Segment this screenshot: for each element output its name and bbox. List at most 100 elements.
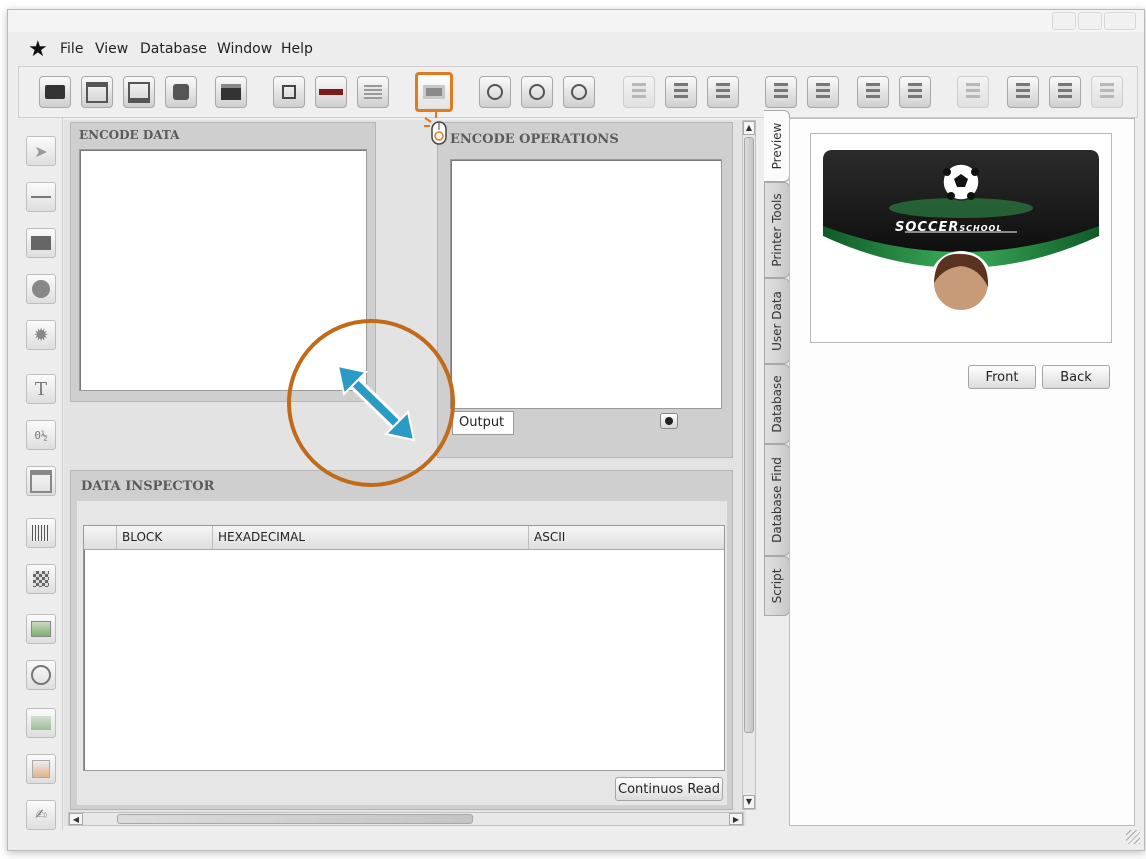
column-divider <box>212 526 213 549</box>
line-icon <box>31 196 51 198</box>
db-prev-button[interactable] <box>807 76 839 108</box>
column-header-ascii[interactable]: ASCII <box>534 530 565 544</box>
db-last-icon <box>900 77 930 107</box>
tab-printer-tools-label: Printer Tools <box>770 193 784 267</box>
resize-grip[interactable] <box>1126 830 1140 844</box>
db-confirm-icon <box>1092 77 1122 107</box>
menu-database[interactable]: Database <box>140 41 207 57</box>
calendar-tool[interactable] <box>26 466 56 496</box>
column-header-block[interactable]: BLOCK <box>122 530 162 544</box>
db-export-button[interactable] <box>623 76 655 108</box>
zoom-out-icon <box>522 77 552 107</box>
card-preview-icon <box>358 77 388 107</box>
horizontal-scroll-thumb[interactable] <box>117 814 473 824</box>
menu-window[interactable]: Window <box>217 41 272 57</box>
minimize-button[interactable] <box>1052 12 1076 30</box>
scroll-up-button[interactable]: ▲ <box>743 121 755 135</box>
zoom-in-button[interactable] <box>479 76 511 108</box>
play-icon <box>665 417 673 425</box>
image-import-tool[interactable] <box>26 614 56 644</box>
db-refresh-icon <box>708 77 738 107</box>
line-tool[interactable] <box>26 182 56 212</box>
open-button[interactable] <box>81 76 113 108</box>
db-export-icon <box>624 77 654 107</box>
counter-tool[interactable]: 0½ <box>26 420 56 450</box>
card-front-button[interactable] <box>273 76 305 108</box>
encode-button[interactable] <box>415 72 453 112</box>
db-confirm-button[interactable] <box>1091 76 1123 108</box>
resize-annotation <box>287 319 455 487</box>
scroll-right-button[interactable]: ▶ <box>729 813 743 825</box>
tab-script[interactable]: Script <box>764 556 790 616</box>
scroll-down-button[interactable]: ▼ <box>743 795 755 809</box>
background-image-tool[interactable] <box>26 708 56 738</box>
card-brand-text: SOCCERSCHOOL <box>895 220 1002 235</box>
data-inspector-table[interactable]: BLOCK HEXADECIMAL ASCII <box>83 525 725 771</box>
table-header: BLOCK HEXADECIMAL ASCII <box>84 526 724 550</box>
new-card-button[interactable] <box>39 76 71 108</box>
db-add-button[interactable] <box>1007 76 1039 108</box>
card-preview-button[interactable] <box>357 76 389 108</box>
db-next-button[interactable] <box>857 76 889 108</box>
column-header-hexadecimal[interactable]: HEXADECIMAL <box>218 530 305 544</box>
horizontal-scrollbar[interactable]: ◀ ▶ <box>68 812 744 826</box>
photo-tool[interactable] <box>26 754 56 784</box>
zoom-out-button[interactable] <box>521 76 553 108</box>
db-remove-icon <box>1050 77 1080 107</box>
menu-view[interactable]: View <box>95 41 128 57</box>
db-first-button[interactable] <box>765 76 797 108</box>
open-icon <box>82 77 112 107</box>
encode-operations-panel: ENCODE OPERATIONS Output <box>437 122 733 458</box>
encode-operations-title: ENCODE OPERATIONS <box>450 132 619 147</box>
continuous-read-button[interactable]: Continuos Read <box>615 777 723 801</box>
camera-capture-tool[interactable] <box>26 660 56 690</box>
camera-button[interactable] <box>165 76 197 108</box>
signature-tool[interactable]: ✍ <box>26 800 56 830</box>
rectangle-tool[interactable] <box>26 228 56 258</box>
vertical-scroll-thumb[interactable] <box>744 137 754 733</box>
tab-database[interactable]: Database <box>764 364 790 444</box>
tab-preview[interactable]: Preview <box>764 110 790 182</box>
db-cancel-button[interactable] <box>665 76 697 108</box>
card-front-icon <box>274 77 304 107</box>
save-button[interactable] <box>123 76 155 108</box>
print-button[interactable] <box>215 76 247 108</box>
db-refresh-button[interactable] <box>707 76 739 108</box>
db-remove-button[interactable] <box>1049 76 1081 108</box>
star-shape-tool[interactable]: ✹ <box>26 320 56 350</box>
pointer-icon: ➤ <box>34 141 48 161</box>
zoom-fit-button[interactable] <box>563 76 595 108</box>
print-icon <box>216 77 246 107</box>
db-cancel-icon <box>666 77 696 107</box>
tab-user-data[interactable]: User Data <box>764 278 790 364</box>
front-button[interactable]: Front <box>968 365 1036 389</box>
magstripe-button[interactable] <box>315 76 347 108</box>
db-undo-icon <box>958 77 988 107</box>
tab-printer-tools[interactable]: Printer Tools <box>764 182 790 278</box>
db-last-button[interactable] <box>899 76 931 108</box>
pointer-tool[interactable]: ➤ <box>26 136 56 166</box>
tab-database-find[interactable]: Database Find <box>764 444 790 556</box>
signature-icon: ✍ <box>35 807 47 823</box>
maximize-button[interactable] <box>1078 12 1102 30</box>
menu-help[interactable]: Help <box>281 41 313 57</box>
barcode-tool[interactable] <box>26 518 56 548</box>
qrcode-tool[interactable] <box>26 564 56 594</box>
menu-file[interactable]: File <box>60 41 83 57</box>
camera-icon <box>166 77 196 107</box>
db-next-icon <box>858 77 888 107</box>
tab-database-label: Database <box>770 375 784 433</box>
app-star-icon: ★ <box>28 37 48 62</box>
db-undo-button[interactable] <box>957 76 989 108</box>
menu-bar: ★ File View Database Window Help <box>8 32 1144 64</box>
output-expand-button[interactable] <box>660 413 678 429</box>
ellipse-tool[interactable] <box>26 274 56 304</box>
main-toolbar <box>18 66 1138 118</box>
scroll-left-button[interactable]: ◀ <box>69 813 83 825</box>
app-window: ★ File View Database Window Help ➤ ✹ T 0… <box>7 9 1145 851</box>
text-tool[interactable]: T <box>26 374 56 404</box>
vertical-scrollbar[interactable]: ▲ ▼ <box>742 120 756 810</box>
back-button[interactable]: Back <box>1042 365 1110 389</box>
close-button[interactable] <box>1104 12 1136 30</box>
encode-operations-list[interactable] <box>450 159 722 409</box>
